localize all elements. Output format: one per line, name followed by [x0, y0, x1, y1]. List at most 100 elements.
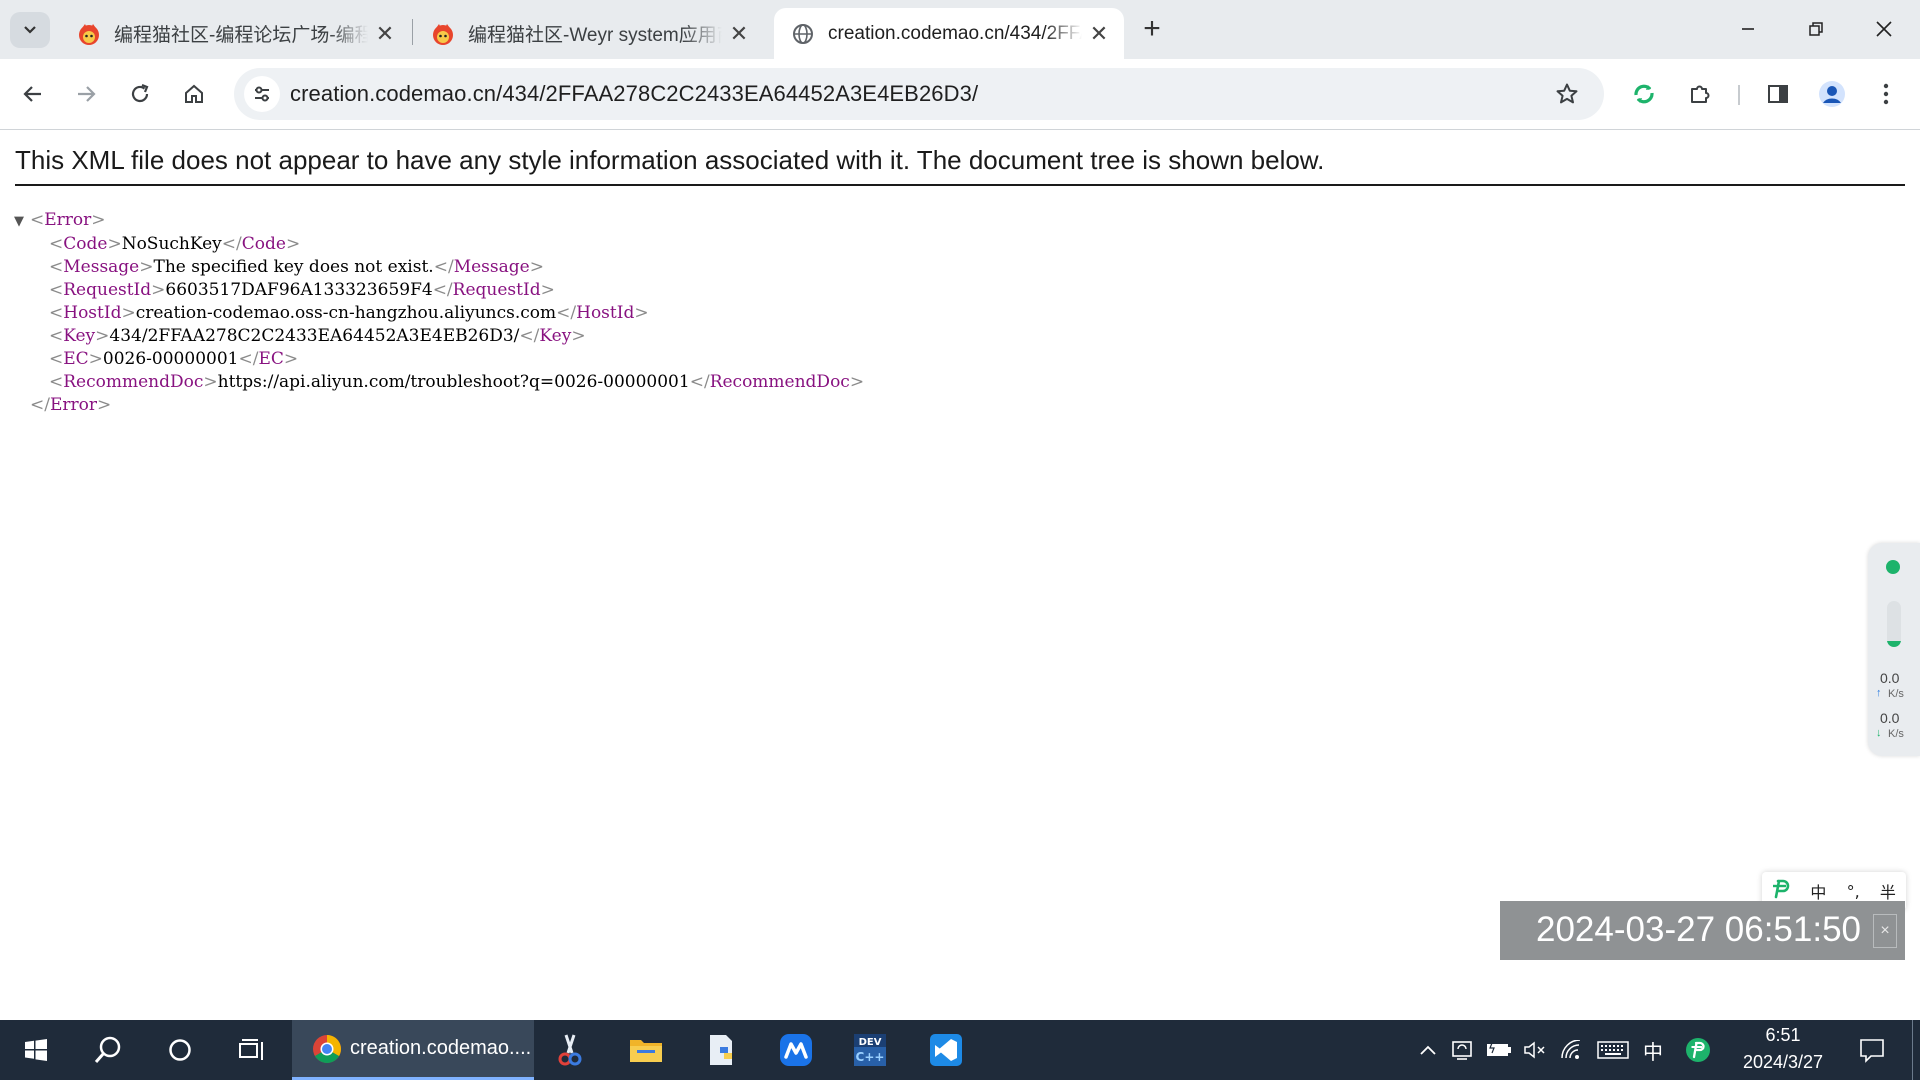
site-info-button[interactable]: [244, 76, 280, 112]
avatar-icon: [1819, 81, 1845, 107]
tab-codemao-forum[interactable]: 编程猫社区-编程论坛广场-编程 ✕: [60, 8, 410, 59]
collapse-triangle-icon[interactable]: ▼: [14, 210, 30, 233]
extensions-button[interactable]: [1680, 74, 1720, 114]
overlay-close-button[interactable]: ×: [1873, 914, 1897, 948]
tray-touch-keyboard[interactable]: [1594, 1020, 1632, 1080]
xml-element-hostid: <HostId>creation-codemao.oss-cn-hangzhou…: [49, 303, 649, 323]
battery-icon: [1487, 1042, 1511, 1056]
windows-taskbar: creation.codemao.... DEVC++ 中 6:51 2024: [0, 1020, 1920, 1080]
status-dot: [1886, 560, 1900, 574]
start-button[interactable]: [6, 1020, 66, 1080]
xml-tag-name: Key: [539, 326, 572, 346]
forward-button[interactable]: [66, 74, 106, 114]
xml-element-message: <Message>The specified key does not exis…: [49, 257, 544, 277]
ime-logo-icon[interactable]: [1772, 879, 1790, 903]
action-center-button[interactable]: [1852, 1020, 1892, 1080]
xml-document-tree: ▼ <Error> <Code>NoSuchKey</Code> <Message…: [14, 209, 864, 417]
taskbar-clock[interactable]: 6:51 2024/3/27: [1728, 1022, 1838, 1078]
close-window-button[interactable]: [1856, 6, 1912, 52]
tray-volume-muted[interactable]: [1518, 1020, 1552, 1080]
url-text[interactable]: creation.codemao.cn/434/2FFAA278C2C2433E…: [290, 81, 978, 107]
side-panel-button[interactable]: [1758, 74, 1798, 114]
svg-text:DEV: DEV: [859, 1037, 882, 1048]
ime-logo-icon: [1686, 1038, 1710, 1062]
arrow-right-icon: [78, 86, 96, 102]
xml-value: The specified key does not exist.: [153, 257, 434, 277]
xml-root-open: ▼ <Error>: [14, 209, 864, 233]
tab-codemao-weyr[interactable]: 编程猫社区-Weyr system应用商 ✕: [414, 8, 764, 59]
tab-title: creation.codemao.cn/434/2FFAA: [828, 22, 1082, 44]
arrow-left-icon: [23, 86, 41, 102]
volume-muted-icon: [1524, 1041, 1545, 1059]
back-button[interactable]: [13, 74, 53, 114]
taskbar-date: 2024/3/27: [1742, 1052, 1824, 1072]
new-tab-button[interactable]: +: [1134, 12, 1170, 48]
xml-tag-name: HostId: [63, 303, 122, 323]
search-button[interactable]: [78, 1020, 138, 1080]
xml-tag-name: RecommendDoc: [709, 372, 850, 392]
xml-value: 6603517DAF96A133323659F4: [165, 280, 433, 300]
taskbar-snipping-tool[interactable]: [540, 1020, 600, 1080]
tray-ime-indicator[interactable]: 中: [1638, 1020, 1668, 1080]
xml-tag-name: EC: [258, 349, 284, 369]
dev-ide-icon: DEV C++: [854, 1034, 886, 1066]
tray-overflow-button[interactable]: [1414, 1020, 1442, 1080]
xml-tag-name: HostId: [576, 303, 635, 323]
network-speed-widget[interactable]: 0.0 ↑ K/s 0.0 ↓ K/s: [1868, 543, 1920, 756]
restore-button[interactable]: [1788, 6, 1844, 52]
sync-extension-icon: [1634, 84, 1654, 104]
menu-button[interactable]: [1866, 74, 1906, 114]
xml-value: 434/2FFAA278C2C2433EA64452A3E4EB26D3/: [109, 326, 520, 346]
tab-search-button[interactable]: [10, 12, 50, 48]
taskbar-chrome-window[interactable]: creation.codemao....: [292, 1020, 534, 1080]
xml-tag-name: Key: [63, 326, 96, 346]
address-bar[interactable]: creation.codemao.cn/434/2FFAA278C2C2433E…: [234, 68, 1604, 120]
browser-toolbar: creation.codemao.cn/434/2FFAA278C2C2433E…: [0, 59, 1920, 130]
tab-close-icon[interactable]: ✕: [728, 22, 750, 45]
datetime-overlay: 2024-03-27 06:51:50 ×: [1500, 901, 1905, 960]
task-view-icon: [239, 1039, 263, 1060]
ime-width-button[interactable]: 半: [1880, 879, 1896, 903]
ime-punct-button[interactable]: °,: [1847, 882, 1860, 901]
download-speed-value: 0.0: [1880, 710, 1900, 726]
svg-text:C++: C++: [856, 1050, 885, 1064]
windows-logo-icon: [25, 1039, 47, 1061]
tray-battery[interactable]: [1482, 1020, 1516, 1080]
reload-button[interactable]: [120, 74, 160, 114]
xml-root-close: </Error>: [30, 395, 112, 415]
globe-icon: [790, 21, 816, 47]
taskbar-vscode[interactable]: [916, 1020, 976, 1080]
usage-gauge: [1887, 601, 1901, 647]
tune-icon: [255, 86, 269, 102]
tab-close-icon[interactable]: ✕: [1088, 22, 1110, 45]
puzzle-icon: [1691, 85, 1710, 103]
home-button[interactable]: [174, 74, 214, 114]
search-icon: [94, 1036, 121, 1063]
tab-strip: 编程猫社区-编程论坛广场-编程 ✕ 编程猫社区-Weyr system应用商 ✕…: [0, 0, 1920, 59]
taskbar-dev-cpp[interactable]: DEV C++: [840, 1020, 900, 1080]
reload-icon: [131, 83, 149, 103]
taskbar-python-editor[interactable]: [692, 1020, 752, 1080]
minimize-button[interactable]: [1720, 6, 1776, 52]
extension-sync-button[interactable]: [1624, 74, 1664, 114]
notification-icon: [1860, 1039, 1884, 1063]
minimize-icon: [1742, 28, 1754, 30]
tab-close-icon[interactable]: ✕: [374, 22, 396, 45]
tray-wifi[interactable]: [1555, 1020, 1589, 1080]
tab-creation-codemao[interactable]: creation.codemao.cn/434/2FFAA ✕: [774, 8, 1124, 59]
task-view-button[interactable]: [222, 1020, 282, 1080]
ime-mode-button[interactable]: 中: [1810, 879, 1826, 903]
taskbar-meeting-app[interactable]: [766, 1020, 826, 1080]
bookmark-star-button[interactable]: [1552, 79, 1582, 109]
tray-network-drive[interactable]: [1446, 1020, 1480, 1080]
taskbar-file-explorer[interactable]: [616, 1020, 676, 1080]
profile-button[interactable]: [1812, 74, 1852, 114]
cortana-button[interactable]: [150, 1020, 210, 1080]
tray-sogou-ime[interactable]: [1682, 1020, 1714, 1080]
show-desktop-button[interactable]: [1912, 1020, 1920, 1080]
xml-value: NoSuchKey: [121, 234, 222, 254]
xml-root-tag: Error: [44, 210, 92, 230]
upload-speed-unit: K/s: [1888, 688, 1904, 700]
xml-style-notice: This XML file does not appear to have an…: [15, 145, 1325, 175]
xml-root-tag: Error: [49, 395, 98, 415]
